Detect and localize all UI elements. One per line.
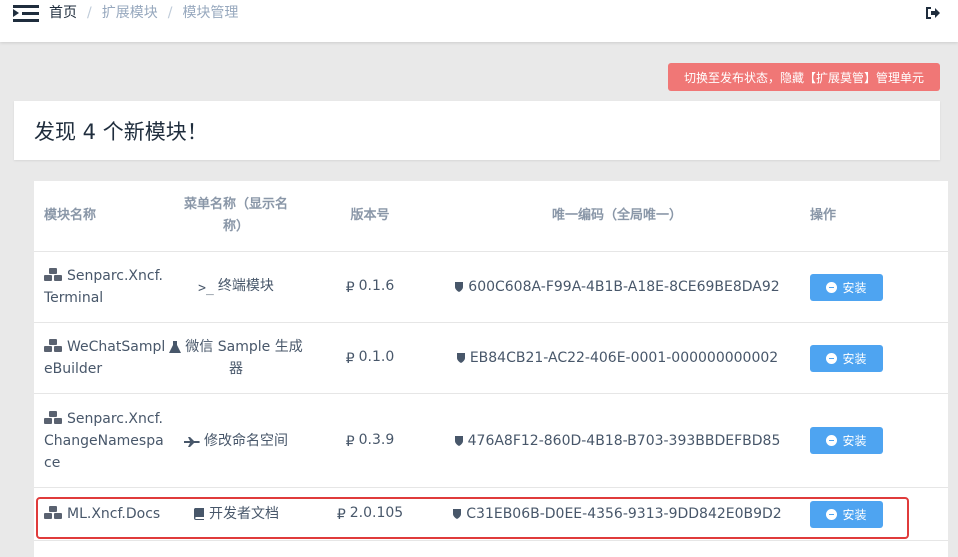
shield-icon (453, 509, 462, 519)
breadcrumb-separator: / (87, 5, 92, 21)
breadcrumb: 首页 / 扩展模块 / 模块管理 (49, 4, 238, 22)
table-row: WeChatSampleBuilder 微信 Sample 生成器 ₽0.1.0… (34, 322, 948, 394)
cubes-icon (44, 268, 62, 281)
version-icon: ₽ (345, 351, 355, 367)
version-icon: ₽ (345, 280, 355, 296)
menu-name: 开发者文档 (209, 506, 279, 522)
uid: EB84CB21-AC22-406E-0001-000000000002 (469, 350, 779, 366)
table-row: Senparc.Xncf.ChangeNamespace 修改命名空间 ₽0.3… (34, 393, 948, 488)
uid-cell: 600C608A-F99A-4B1B-A18E-8CE69BE8DA92 (436, 251, 798, 323)
plus-circle-icon (826, 435, 838, 446)
top-navbar: 首页 / 扩展模块 / 模块管理 (0, 0, 958, 42)
menu-name-cell: 修改命名空间 (168, 393, 304, 488)
module-name-cell: ML.Xncf.Docs (34, 487, 168, 541)
uid: 476A8F12-860D-4B18-B703-393BBDEFBD85 (467, 432, 781, 449)
action-cell: 安装 (798, 322, 948, 394)
menu-name: 修改命名空间 (204, 432, 288, 449)
install-button[interactable]: 安装 (810, 500, 883, 528)
page-title: 发现 4 个新模块！ (34, 120, 208, 144)
module-name-cell: Senparc.Xncf.ChangeNamespace (34, 393, 168, 488)
module-table-card: 模块名称 菜单名称（显示名称） 版本号 唯一编码（全局唯一） 操作 Senpar… (34, 181, 948, 557)
table-header-row: 模块名称 菜单名称（显示名称） 版本号 唯一编码（全局唯一） 操作 (34, 181, 948, 252)
column-header-action: 操作 (798, 181, 948, 252)
module-name-cell: Senparc.Xncf.Terminal (34, 251, 168, 323)
version: 0.3.9 (358, 431, 395, 448)
cubes-icon (44, 506, 62, 519)
version: 0.1.0 (358, 349, 395, 365)
breadcrumb-separator: / (167, 5, 173, 21)
cubes-icon (44, 339, 62, 352)
install-button[interactable]: 安装 (810, 344, 883, 372)
uid-cell: C31EB06B-D0EE-4356-9313-9DD842E0B9D2 (436, 487, 798, 541)
menu-name-cell: >_ 终端模块 (168, 251, 304, 323)
plus-circle-icon (826, 352, 838, 364)
header-card: 发现 4 个新模块！ (14, 101, 940, 160)
plane-icon (184, 436, 200, 447)
menu-name: 微信 Sample 生成器 (185, 339, 303, 377)
breadcrumb-module-management: 模块管理 (182, 5, 239, 21)
shield-icon (456, 353, 465, 363)
breadcrumb-extension-modules[interactable]: 扩展模块 (102, 4, 158, 22)
action-cell: 安装 (798, 487, 948, 541)
menu-name: 终端模块 (217, 277, 274, 294)
column-header-uid: 唯一编码（全局唯一） (436, 181, 798, 252)
terminal-icon: >_ (198, 280, 214, 296)
plus-circle-icon (826, 281, 838, 293)
switch-to-publish-button[interactable]: 切换至发布状态，隐藏【扩展莫管】管理单元 (668, 63, 940, 91)
plus-circle-icon (826, 508, 838, 520)
cubes-icon (44, 410, 62, 424)
module-table: 模块名称 菜单名称（显示名称） 版本号 唯一编码（全局唯一） 操作 Senpar… (34, 181, 948, 541)
version-cell: ₽2.0.105 (304, 487, 436, 541)
book-icon (194, 508, 204, 520)
module-name: WeChatSampleBuilder (44, 339, 166, 377)
uid: C31EB06B-D0EE-4356-9313-9DD842E0B9D2 (466, 506, 782, 522)
menu-name-cell: 微信 Sample 生成器 (168, 322, 304, 394)
flask-icon (169, 341, 182, 353)
table-row: Senparc.Xncf.Terminal >_ 终端模块 ₽0.1.6 600C… (34, 251, 948, 323)
module-name-cell: WeChatSampleBuilder (34, 322, 168, 394)
version-icon: ₽ (336, 507, 346, 523)
install-button[interactable]: 安装 (810, 273, 883, 301)
uid: 600C608A-F99A-4B1B-A18E-8CE69BE8DA92 (468, 279, 780, 295)
action-cell: 安装 (798, 393, 948, 488)
menu-toggle-icon[interactable] (13, 5, 39, 22)
table-row: ML.Xncf.Docs 开发者文档 ₽2.0.105 C31EB06B-D0E… (34, 487, 948, 541)
version-cell: ₽0.3.9 (304, 393, 436, 488)
version: 2.0.105 (349, 505, 404, 521)
install-button[interactable]: 安装 (810, 427, 883, 454)
column-header-module-name: 模块名称 (34, 181, 168, 252)
version-cell: ₽0.1.6 (304, 251, 436, 323)
column-header-version: 版本号 (304, 181, 436, 252)
action-cell: 安装 (798, 251, 948, 323)
version-cell: ₽0.1.0 (304, 322, 436, 394)
shield-icon (455, 282, 464, 292)
uid-cell: EB84CB21-AC22-406E-0001-000000000002 (436, 322, 798, 394)
menu-name-cell: 开发者文档 (168, 487, 304, 541)
breadcrumb-home[interactable]: 首页 (49, 4, 77, 22)
version-icon: ₽ (345, 433, 355, 450)
column-header-menu-name: 菜单名称（显示名称） (168, 181, 304, 252)
shield-icon (454, 435, 463, 446)
module-name: ML.Xncf.Docs (67, 506, 161, 522)
uid-cell: 476A8F12-860D-4B18-B703-393BBDEFBD85 (436, 393, 798, 488)
version: 0.1.6 (358, 278, 395, 294)
logout-icon[interactable] (925, 6, 941, 20)
